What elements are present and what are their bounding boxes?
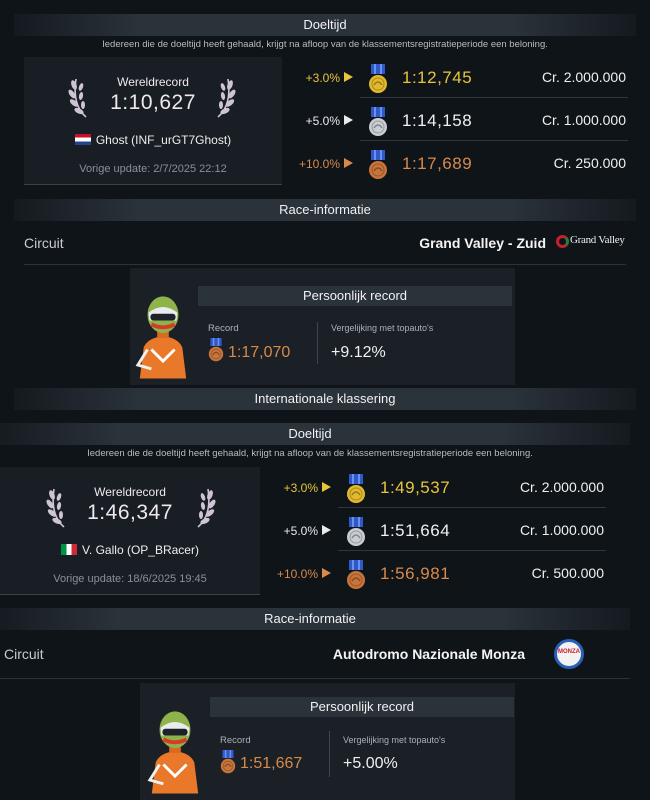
bronze-medal-icon <box>208 338 224 362</box>
driver-avatar-icon <box>146 705 204 795</box>
italy-flag-icon <box>61 544 78 555</box>
monza-logo-icon: MONZA <box>554 639 584 669</box>
credit-reward: Cr. 2.000.000 <box>541 69 626 85</box>
target-pct: +3.0% <box>305 71 340 85</box>
silver-medal-icon <box>346 517 366 547</box>
last-update: Vorige update: 2/7/2025 22:12 <box>79 163 227 175</box>
world-record-label: Wereldrecord <box>94 485 166 499</box>
world-record-time: 1:10,627 <box>110 91 196 114</box>
bronze-medal-icon <box>220 750 236 774</box>
record-label: Record <box>208 323 239 334</box>
circuit-divider <box>24 264 626 265</box>
race-info-header: Race-informatie <box>0 608 630 630</box>
row-divider <box>360 140 628 141</box>
target-time: 1:17,689 <box>402 154 473 173</box>
holder-name: V. Gallo (OP_BRacer) <box>82 543 199 557</box>
gold-medal-icon <box>346 474 366 504</box>
play-arrow-icon <box>322 525 331 535</box>
circuit-name: Autodromo Nazionale Monza <box>332 646 525 662</box>
circuit-name: Grand Valley - Zuid <box>419 235 546 251</box>
credit-reward: Cr. 500.000 <box>531 565 604 581</box>
last-update: Vorige update: 18/6/2025 19:45 <box>53 573 207 585</box>
target-row-gold: +3.0% 1:12,745 Cr. 2.000.000 <box>290 60 630 96</box>
holder-name: Ghost (INF_urGT7Ghost) <box>95 133 232 147</box>
record-time: 1:51,667 <box>240 755 303 772</box>
play-arrow-icon <box>344 72 353 82</box>
target-row-silver: +5.0% 1:51,664 Cr. 1.000.000 <box>268 513 608 549</box>
target-time: 1:14,158 <box>402 111 473 130</box>
world-record-holder[interactable]: V. Gallo (OP_BRacer) <box>0 543 260 557</box>
world-record-panel: Wereldrecord 1:10,627 Ghost (INF_urGT7Gh… <box>24 57 282 185</box>
target-subtitle: Iedereen die de doeltijd heeft gehaald, … <box>102 39 548 50</box>
row-divider <box>338 550 606 551</box>
gold-medal-icon <box>368 64 388 94</box>
target-time-header: Doeltijd <box>14 14 636 36</box>
record-separator <box>317 322 318 364</box>
credit-reward: Cr. 250.000 <box>553 155 626 171</box>
world-record-label: Wereldrecord <box>117 75 189 89</box>
world-record-time: 1:46,347 <box>87 501 173 524</box>
grand-valley-logo: Grand Valley <box>556 233 626 251</box>
target-row-gold: +3.0% 1:49,537 Cr. 2.000.000 <box>268 470 608 506</box>
credit-reward: Cr. 1.000.000 <box>519 522 604 538</box>
world-record-panel: Wereldrecord 1:46,347 V. Gallo (OP_BRace… <box>0 467 260 595</box>
bronze-medal-icon <box>368 150 388 180</box>
record-time: 1:17,070 <box>228 344 291 361</box>
target-subtitle: Iedereen die de doeltijd heeft gehaald, … <box>87 448 533 459</box>
target-pct: +3.0% <box>283 481 318 495</box>
target-time-header: Doeltijd <box>0 423 630 445</box>
compare-value: +9.12% <box>331 344 386 361</box>
netherlands-flag-icon <box>74 134 91 145</box>
credit-reward: Cr. 1.000.000 <box>541 112 626 128</box>
target-row-silver: +5.0% 1:14,158 Cr. 1.000.000 <box>290 103 630 139</box>
circuit-label: Circuit <box>4 646 44 662</box>
grand-valley-logo-icon <box>556 235 569 248</box>
circuit-divider <box>0 678 630 679</box>
play-arrow-icon <box>322 568 331 578</box>
target-time: 1:12,745 <box>402 68 473 87</box>
target-time: 1:56,981 <box>380 564 451 583</box>
row-divider <box>338 507 606 508</box>
credit-reward: Cr. 2.000.000 <box>519 479 604 495</box>
driver-avatar-icon <box>134 290 192 380</box>
play-arrow-icon <box>344 115 353 125</box>
target-pct: +10.0% <box>276 567 318 581</box>
target-pct: +5.0% <box>283 524 318 538</box>
silver-medal-icon <box>368 107 388 137</box>
target-pct: +5.0% <box>305 114 340 128</box>
logo-text: Grand Valley <box>570 234 625 246</box>
row-divider <box>360 97 628 98</box>
personal-record-panel: Persoonlijk record Record 1:51,667 Verge… <box>140 683 515 800</box>
bronze-medal-icon <box>346 560 366 590</box>
circuit-label: Circuit <box>24 235 64 251</box>
international-ranking-header: Internationale klassering <box>14 388 636 410</box>
compare-label: Vergelijking met topauto's <box>343 735 446 745</box>
wr-divider <box>0 594 260 595</box>
wr-divider <box>24 184 282 185</box>
personal-record-panel: Persoonlijk record Record 1:17,070 Verge… <box>130 268 515 385</box>
record-label: Record <box>220 735 251 746</box>
race-info-header: Race-informatie <box>14 199 636 221</box>
play-arrow-icon <box>344 158 353 168</box>
target-time: 1:49,537 <box>380 478 451 497</box>
world-record-holder[interactable]: Ghost (INF_urGT7Ghost) <box>24 133 282 147</box>
logo-text: MONZA <box>558 649 580 655</box>
target-row-bronze: +10.0% 1:56,981 Cr. 500.000 <box>268 556 608 592</box>
target-pct: +10.0% <box>298 157 340 171</box>
play-arrow-icon <box>322 482 331 492</box>
compare-label: Vergelijking met topauto's <box>331 323 434 333</box>
target-row-bronze: +10.0% 1:17,689 Cr. 250.000 <box>290 146 630 182</box>
personal-record-header: Persoonlijk record <box>198 286 512 306</box>
record-separator <box>329 731 330 777</box>
personal-record-header: Persoonlijk record <box>210 697 514 717</box>
compare-value: +5.00% <box>343 755 398 772</box>
target-time: 1:51,664 <box>380 521 451 540</box>
